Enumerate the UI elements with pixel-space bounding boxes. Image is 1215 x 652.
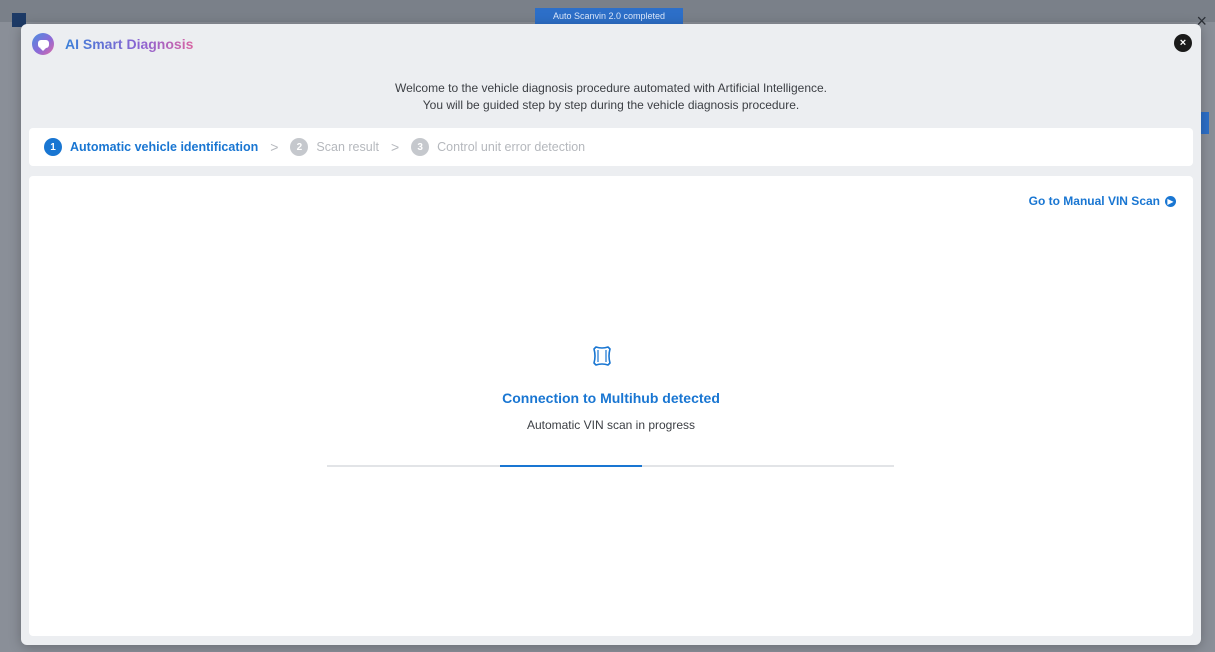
step-vehicle-identification[interactable]: 1 Automatic vehicle identification <box>44 138 258 156</box>
welcome-line-1: Welcome to the vehicle diagnosis procedu… <box>394 81 827 95</box>
chevron-right-icon: > <box>390 139 400 155</box>
progress-indicator <box>500 465 642 467</box>
step-label: Automatic vehicle identification <box>70 140 259 154</box>
step-number: 3 <box>411 138 430 156</box>
step-number: 1 <box>44 138 62 156</box>
multihub-device-icon <box>593 346 611 366</box>
manual-vin-scan-link[interactable]: Go to Manual VIN Scan ▶ <box>1029 194 1176 208</box>
step-error-detection[interactable]: 3 Control unit error detection <box>411 138 585 156</box>
step-scan-result[interactable]: 2 Scan result <box>290 138 379 156</box>
arrow-right-circle-icon: ▶ <box>1165 195 1176 207</box>
manual-vin-scan-label: Go to Manual VIN Scan <box>1028 194 1160 208</box>
welcome-line-2: You will be guided step by step during t… <box>422 98 800 112</box>
connection-status-title: Connection to Multihub detected <box>502 390 720 406</box>
close-icon[interactable]: × <box>1174 34 1192 52</box>
content-panel: Go to Manual VIN Scan ▶ Connection to Mu… <box>29 176 1193 636</box>
welcome-text: Welcome to the vehicle diagnosis procedu… <box>21 80 1201 114</box>
step-label: Control unit error detection <box>437 140 586 154</box>
dialog-title: AI Smart Diagnosis <box>65 36 194 52</box>
ai-smart-diagnosis-dialog: AI Smart Diagnosis × Welcome to the vehi… <box>21 24 1201 645</box>
step-label: Scan result <box>316 140 379 154</box>
vin-scan-progress-bar <box>327 465 894 467</box>
chevron-right-icon: > <box>270 139 279 155</box>
dialog-header: AI Smart Diagnosis × <box>21 24 1201 64</box>
step-number: 2 <box>290 138 309 156</box>
ai-chat-icon <box>32 33 54 55</box>
connection-status-subtitle: Automatic VIN scan in progress <box>526 418 696 432</box>
step-indicator: 1 Automatic vehicle identification > 2 S… <box>29 128 1193 166</box>
background-toast: Auto Scanvin 2.0 completed <box>535 8 683 25</box>
